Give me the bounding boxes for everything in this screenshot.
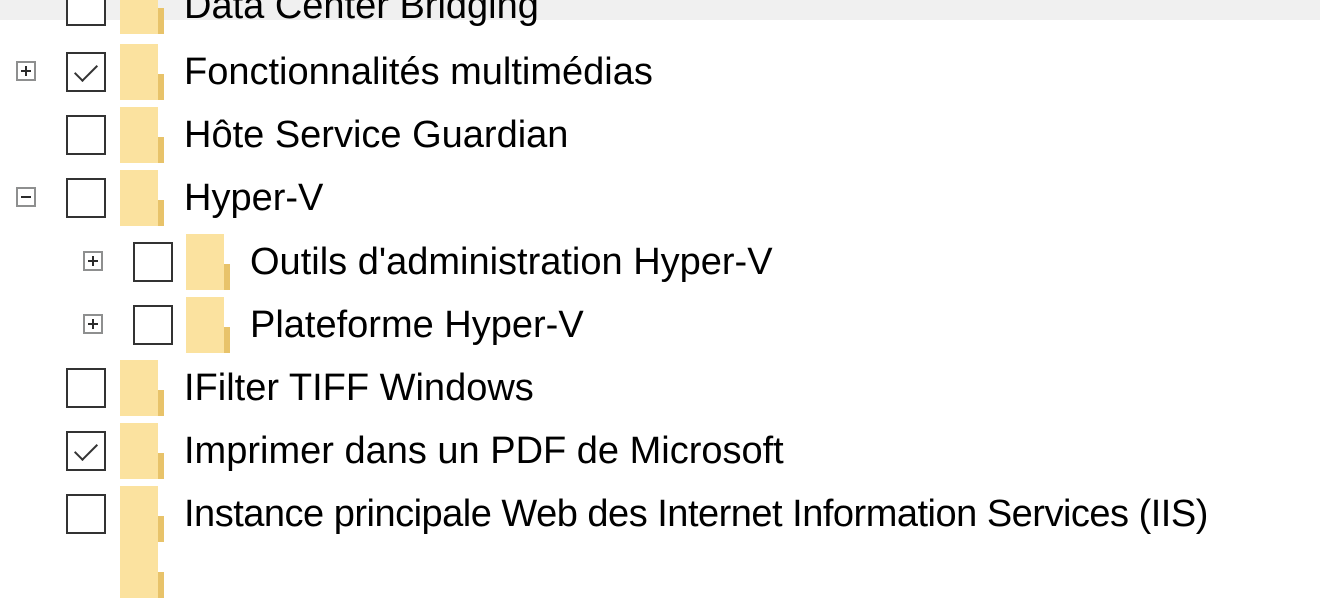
collapse-icon[interactable] [16, 187, 36, 207]
checkbox[interactable] [66, 0, 106, 26]
folder-icon [120, 0, 164, 34]
folder-icon [120, 360, 164, 416]
checkbox[interactable] [133, 305, 173, 345]
checkbox-checked[interactable] [66, 52, 106, 92]
folder-icon [120, 170, 164, 226]
tree-row-label: Data Center Bridging [184, 0, 539, 27]
expand-icon[interactable] [83, 314, 103, 334]
tree-row-label: Hyper-V [184, 177, 324, 219]
folder-icon [120, 486, 164, 542]
expand-icon[interactable] [83, 251, 103, 271]
checkbox[interactable] [133, 242, 173, 282]
tree-row-label: Instance principale Web des Internet Inf… [184, 493, 1208, 535]
tree-row-label: IFilter TIFF Windows [184, 367, 534, 409]
checkbox-checked[interactable] [66, 431, 106, 471]
tree-row-label: Outils d'administration Hyper-V [250, 241, 773, 283]
folder-icon [186, 234, 230, 290]
tree-row-label: Fonctionnalités multimédias [184, 51, 653, 93]
expand-icon[interactable] [16, 61, 36, 81]
folder-icon [186, 297, 230, 353]
tree-row-label: Plateforme Hyper-V [250, 304, 584, 346]
checkbox[interactable] [66, 494, 106, 534]
folder-icon [120, 423, 164, 479]
folder-icon [120, 542, 164, 598]
tree-row-label: Imprimer dans un PDF de Microsoft [184, 430, 784, 472]
tree-row-label: Hôte Service Guardian [184, 114, 569, 156]
checkbox[interactable] [66, 115, 106, 155]
folder-icon [120, 44, 164, 100]
checkbox[interactable] [66, 368, 106, 408]
folder-icon [120, 107, 164, 163]
checkbox[interactable] [66, 178, 106, 218]
windows-features-tree: Data Center Bridging Fonctionnalités mul… [0, 0, 1320, 598]
